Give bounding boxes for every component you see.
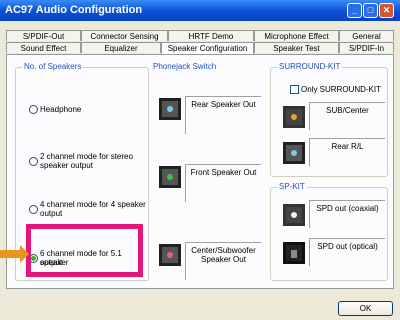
front-speaker-label: Front Speaker Out [190,168,257,177]
close-button[interactable]: ✕ [379,3,394,18]
two-channel-label-line1: 2 channel mode for stereo [40,152,133,161]
sub-center-box: SUB/Center [309,102,385,130]
spd-optical-label: SPD out (optical) [317,242,378,251]
phonejack-group: Phonejack Switch Rear Speaker Out Front … [148,62,266,281]
maximize-icon: □ [367,5,374,15]
tab-connector-sensing[interactable]: Connector Sensing [81,30,168,41]
sub-center-label: SUB/Center [326,106,369,115]
minimize-icon: _ [351,5,357,15]
pointer-arrow-icon [20,245,29,263]
spd-optical-box: SPD out (optical) [309,238,385,266]
tab-speaker-test[interactable]: Speaker Test [254,42,339,53]
headphone-radio[interactable] [29,105,38,114]
speakers-group-title: No. of Speakers [22,62,84,71]
tab-hrtf-demo[interactable]: HRTF Demo [168,30,254,41]
surround-kit-group: SURROUND-KIT Only SURROUND-KIT SUB/Cente… [270,62,388,177]
maximize-button[interactable]: □ [363,3,378,18]
selection-highlight-box [26,224,143,277]
center-sub-box: Center/Subwoofer Speaker Out [185,242,261,280]
four-channel-label-line2: output [40,209,63,218]
rear-speaker-jack-icon[interactable] [159,98,181,120]
minimize-button[interactable]: _ [347,3,362,18]
window-title: AC97 Audio Configuration [5,4,143,16]
tab-speaker-configuration[interactable]: Speaker Configuration [161,42,254,54]
tab-sound-effect[interactable]: Sound Effect [6,42,81,53]
surround-kit-group-title: SURROUND-KIT [277,62,343,71]
pointer-arrow-shaft [0,250,22,258]
tab-spdif-out[interactable]: S/PDIF-Out [6,30,81,41]
only-surround-label: Only SURROUND-KIT [301,85,382,94]
ok-button[interactable]: OK [338,301,393,316]
spd-coaxial-label: SPD out (coaxial) [316,204,379,213]
audio-config-window: AC97 Audio Configuration _ □ ✕ S/PDIF-Ou… [0,0,400,320]
rear-rl-box: Rear R/L [309,138,385,166]
center-sub-label-line1: Center/Subwoofer [191,246,256,255]
tab-spdif-in[interactable]: S/PDIF-In [339,42,394,53]
title-bar[interactable]: AC97 Audio Configuration _ □ ✕ [0,0,400,21]
close-icon: ✕ [382,5,391,15]
rear-rl-label: Rear R/L [331,142,364,151]
rear-speaker-label: Rear Speaker Out [191,100,256,109]
four-channel-radio[interactable] [29,205,38,214]
sp-kit-group-title: SP-KIT [277,182,307,191]
center-sub-jack-icon[interactable] [159,244,181,266]
front-speaker-box: Front Speaker Out [185,164,261,202]
spd-coaxial-box: SPD out (coaxial) [309,200,385,228]
rear-speaker-box: Rear Speaker Out [185,96,261,134]
tab-microphone-effect[interactable]: Microphone Effect [254,30,339,41]
sp-kit-group: SP-KIT SPD out (coaxial) SPD out (optica… [270,182,388,281]
rear-rl-jack-icon[interactable] [283,142,305,164]
tab-equalizer[interactable]: Equalizer [81,42,161,53]
headphone-label: Headphone [40,105,82,114]
center-sub-label-line2: Speaker Out [201,255,246,264]
spd-coaxial-jack-icon[interactable] [283,204,305,226]
phonejack-group-title: Phonejack Switch [151,62,219,71]
spd-optical-jack-icon[interactable] [283,242,305,264]
sub-center-jack-icon[interactable] [283,106,305,128]
front-speaker-jack-icon[interactable] [159,166,181,188]
two-channel-radio[interactable] [29,157,38,166]
only-surround-checkbox[interactable] [290,85,299,94]
tab-general[interactable]: General [339,30,394,41]
two-channel-label-line2: speaker output [40,161,93,170]
four-channel-label-line1: 4 channel mode for 4 speaker [40,200,146,209]
